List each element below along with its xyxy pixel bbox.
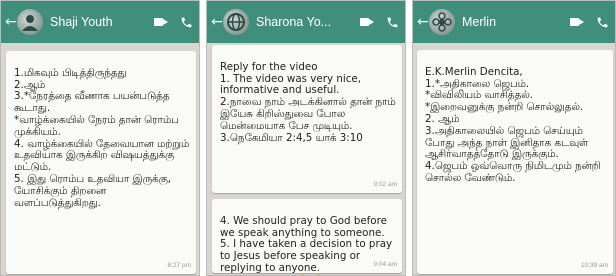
message-text: E.K.Merlin Dencita, 1.*அதிகாலை ஜெபம். *வ… — [425, 65, 601, 184]
message-timestamp: 9:02 am — [373, 181, 398, 189]
chat-header: ← Merlin — [413, 1, 615, 43]
message-text: Reply for the video 1. The video was ver… — [220, 60, 396, 144]
group-people-icon — [22, 15, 38, 31]
video-call-icon[interactable] — [360, 17, 374, 27]
chat-header: ← Shaji Youth — [1, 1, 199, 43]
message-bubble[interactable]: 1.மிகவும் பிடித்திருந்தது 2.ஆம் 3.*நேரத்… — [6, 51, 196, 274]
back-arrow-icon[interactable]: ← — [5, 14, 17, 30]
message-timestamp: 9:04 am — [373, 261, 398, 269]
chat-header: ← Sharona Yo... — [207, 1, 405, 43]
phone-call-icon[interactable] — [386, 16, 399, 29]
avatar[interactable] — [429, 9, 455, 35]
contact-name[interactable]: Sharona Yo... — [256, 15, 356, 29]
contact-name[interactable]: Shaji Youth — [50, 15, 150, 29]
chat-panel-sharona: ← Sharona Yo... Reply for the video 1. T… — [206, 0, 406, 276]
back-arrow-icon[interactable]: ← — [417, 14, 429, 30]
contact-name[interactable]: Merlin — [462, 15, 566, 29]
avatar[interactable] — [223, 9, 249, 35]
back-arrow-icon[interactable]: ← — [211, 14, 223, 30]
video-call-icon[interactable] — [154, 17, 168, 27]
phone-call-icon[interactable] — [596, 16, 609, 29]
chat-panel-merlin: ← Merlin E.K.Merlin Dencita, 1.*அதிகாலை … — [412, 0, 616, 276]
phone-call-icon[interactable] — [180, 16, 193, 29]
message-timestamp: 8:27 pm — [167, 262, 192, 270]
message-bubble[interactable]: Reply for the video 1. The video was ver… — [212, 45, 402, 193]
video-call-icon[interactable] — [570, 17, 584, 27]
floral-emblem-icon — [432, 12, 452, 32]
message-bubble[interactable]: E.K.Merlin Dencita, 1.*அதிகாலை ஜெபம். *வ… — [417, 50, 613, 274]
chat-panel-shaji: ← Shaji Youth 1.மிகவும் பிடித்திருந்தது … — [0, 0, 200, 276]
globe-icon — [227, 13, 245, 31]
message-timestamp: 10:39 am — [580, 262, 608, 270]
avatar[interactable] — [17, 9, 43, 35]
message-text: 4. We should pray to God before we speak… — [220, 214, 393, 275]
message-text: 1.மிகவும் பிடித்திருந்தது 2.ஆம் 3.*நேரத்… — [14, 66, 190, 209]
message-bubble[interactable]: 4. We should pray to God before we speak… — [212, 199, 402, 275]
